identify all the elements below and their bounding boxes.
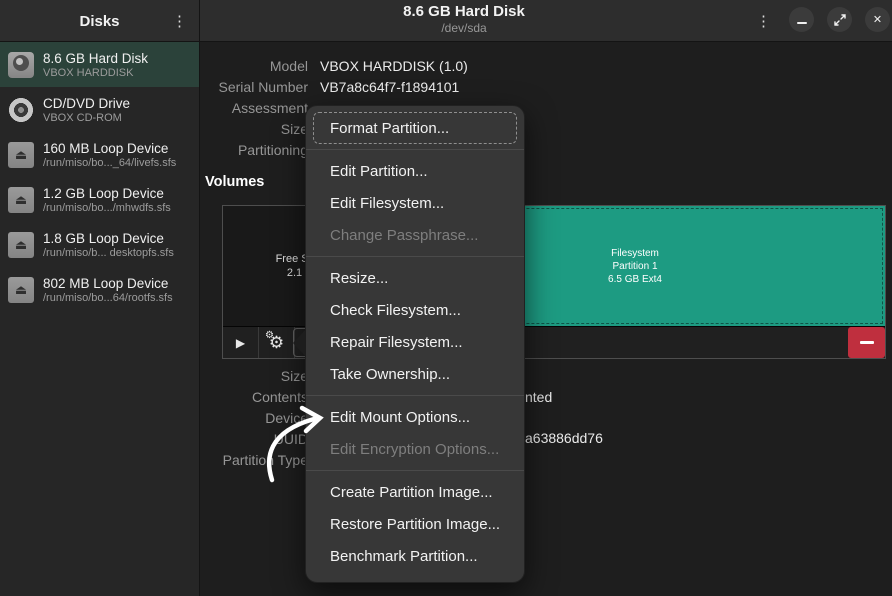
menu-item-create-partition-image[interactable]: Create Partition Image...	[313, 476, 517, 508]
menu-separator	[306, 256, 524, 257]
menu-item-repair-filesystem[interactable]: Repair Filesystem...	[313, 326, 517, 358]
menu-item-restore-partition-image[interactable]: Restore Partition Image...	[313, 508, 517, 540]
menu-separator	[306, 470, 524, 471]
menu-item-format-partition[interactable]: Format Partition...	[313, 112, 517, 144]
hard-disk-icon	[8, 52, 34, 78]
model-label: Model	[200, 56, 308, 77]
serial-number-label: Serial Number	[200, 77, 308, 98]
uuid-label: UUID	[200, 429, 308, 450]
menu-pointer-notch	[293, 329, 306, 357]
play-icon: ▶	[236, 336, 245, 350]
menu-item-take-ownership[interactable]: Take Ownership...	[313, 358, 517, 390]
sidebar-item-hard-disk[interactable]: 8.6 GB Hard Disk VBOX HARDDISK	[0, 42, 199, 87]
model-value: VBOX HARDDISK (1.0)	[320, 56, 468, 77]
menu-separator	[306, 149, 524, 150]
partition-line1: Filesystem	[611, 247, 659, 260]
menu-item-check-filesystem[interactable]: Check Filesystem...	[313, 294, 517, 326]
delete-partition-button[interactable]	[848, 327, 885, 358]
partition-type-label: Partition Type	[200, 450, 308, 471]
close-icon: ✕	[873, 13, 882, 26]
partition-line3: 6.5 GB Ext4	[608, 273, 662, 286]
restore-icon	[834, 14, 846, 26]
sidebar-item-loop-160mb[interactable]: ⏏ 160 MB Loop Device /run/miso/bo..._64/…	[0, 132, 199, 177]
partition-line2: Partition 1	[612, 260, 657, 273]
device-title: 802 MB Loop Device	[43, 276, 173, 291]
menu-item-benchmark-partition[interactable]: Benchmark Partition...	[313, 540, 517, 572]
restore-button[interactable]	[827, 7, 852, 32]
sidebar-item-loop-1-8gb[interactable]: ⏏ 1.8 GB Loop Device /run/miso/b... desk…	[0, 222, 199, 267]
titlebar: Disks ⋮ 8.6 GB Hard Disk /dev/sda ⋮ ✕	[0, 0, 892, 42]
menu-item-resize[interactable]: Resize...	[313, 262, 517, 294]
sidebar-item-loop-1-2gb[interactable]: ⏏ 1.2 GB Loop Device /run/miso/bo.../mhw…	[0, 177, 199, 222]
app-menu-icon[interactable]: ⋮	[750, 0, 777, 42]
device-title: 1.8 GB Loop Device	[43, 231, 174, 246]
partitioning-label: Partitioning	[200, 140, 308, 161]
uuid-value-fragment: a63886dd76	[525, 430, 603, 446]
loop-device-icon: ⏏	[8, 187, 34, 213]
device-subtitle: VBOX CD-ROM	[43, 112, 130, 124]
device-list: 8.6 GB Hard Disk VBOX HARDDISK CD/DVD Dr…	[0, 42, 200, 596]
device-subtitle: /run/miso/bo...64/rootfs.sfs	[43, 292, 173, 304]
device-subtitle: /run/miso/b... desktopfs.sfs	[43, 247, 174, 259]
menu-item-edit-partition[interactable]: Edit Partition...	[313, 155, 517, 187]
sidebar-menu-icon[interactable]: ⋮	[166, 0, 193, 42]
device-subtitle: /run/miso/bo.../mhwdfs.sfs	[43, 202, 171, 214]
close-button[interactable]: ✕	[865, 7, 890, 32]
eject-icon: ⏏	[15, 147, 27, 163]
device-subtitle: VBOX HARDDISK	[43, 67, 148, 79]
optical-disc-icon	[8, 97, 34, 123]
minimize-icon	[797, 22, 807, 24]
menu-item-edit-filesystem[interactable]: Edit Filesystem...	[313, 187, 517, 219]
device-label: Device	[200, 408, 308, 429]
loop-device-icon: ⏏	[8, 232, 34, 258]
loop-device-icon: ⏏	[8, 277, 34, 303]
device-title: 160 MB Loop Device	[43, 141, 176, 156]
device-title: 8.6 GB Hard Disk	[43, 51, 148, 66]
device-subtitle: /run/miso/bo..._64/livefs.sfs	[43, 157, 176, 169]
menu-item-edit-encryption-options: Edit Encryption Options...	[313, 433, 517, 465]
partition-context-menu: Format Partition... Edit Partition... Ed…	[305, 105, 525, 583]
size-label: Size	[200, 119, 308, 140]
sidebar-item-loop-802mb[interactable]: ⏏ 802 MB Loop Device /run/miso/bo...64/r…	[0, 267, 199, 312]
menu-item-change-passphrase: Change Passphrase...	[313, 219, 517, 251]
menu-separator	[306, 395, 524, 396]
volume-size-label: Size	[200, 366, 308, 387]
volume-details: Size Contents Device UUID Partition Type	[200, 366, 320, 471]
minimize-button[interactable]	[789, 7, 814, 32]
contents-value-fragment: nted	[525, 389, 552, 405]
partition-options-button[interactable]: ⚙ ⚙	[259, 327, 295, 358]
device-title: 1.2 GB Loop Device	[43, 186, 171, 201]
volumes-heading: Volumes	[205, 174, 264, 190]
contents-label: Contents	[200, 387, 308, 408]
sidebar-title: Disks	[79, 13, 119, 30]
eject-icon: ⏏	[15, 282, 27, 298]
device-title: CD/DVD Drive	[43, 96, 130, 111]
eject-icon: ⏏	[15, 237, 27, 253]
eject-icon: ⏏	[15, 192, 27, 208]
window-subtitle: /dev/sda	[200, 21, 728, 35]
serial-number-value: VB7a8c64f7-f1894101	[320, 77, 468, 98]
menu-item-edit-mount-options[interactable]: Edit Mount Options...	[313, 401, 517, 433]
sidebar-item-cd-drive[interactable]: CD/DVD Drive VBOX CD-ROM	[0, 87, 199, 132]
gear-small-icon: ⚙	[265, 330, 274, 341]
window-title: 8.6 GB Hard Disk	[200, 3, 728, 20]
assessment-label: Assessment	[200, 98, 308, 119]
minus-icon	[860, 341, 874, 344]
mount-button[interactable]: ▶	[223, 327, 259, 358]
loop-device-icon: ⏏	[8, 142, 34, 168]
